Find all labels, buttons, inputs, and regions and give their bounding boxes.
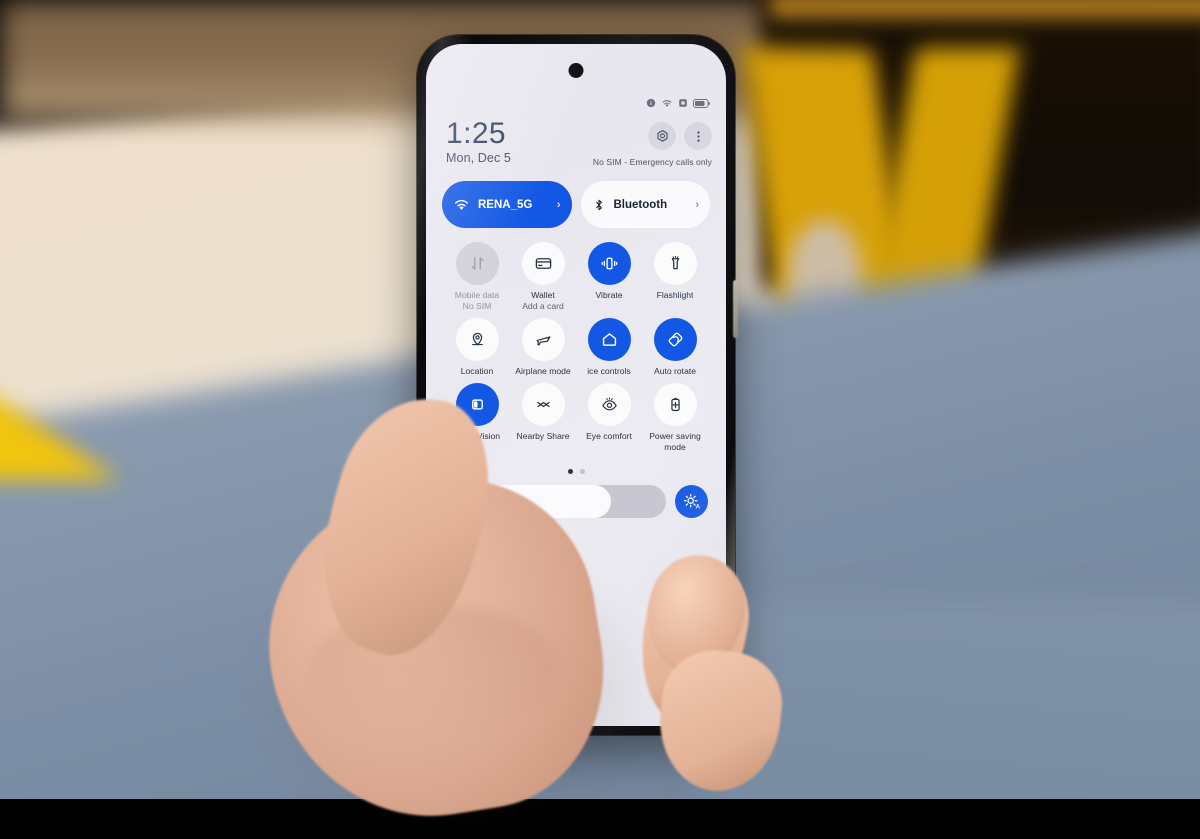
toggle-bubble[interactable] — [653, 383, 697, 426]
toggle-bubble[interactable] — [455, 383, 499, 426]
quick-settings-panel: 1:25 Mon, Dec 5 No SIM - Emergency calls… — [426, 118, 726, 668]
more-options-button[interactable] — [684, 122, 712, 150]
toggle-auto-rotate[interactable]: Auto rotate — [642, 318, 708, 377]
blue-fabric-mat-right — [700, 600, 1200, 799]
toggle-vibrate[interactable]: Vibrate — [576, 242, 642, 312]
more-vertical-icon — [696, 130, 700, 142]
toggle-sublabel: No SIM — [462, 301, 492, 311]
toggle-bubble[interactable] — [587, 318, 631, 361]
header-right: No SIM - Emergency calls only — [593, 118, 712, 167]
hypervision-icon — [471, 399, 483, 410]
empty-panel-space — [440, 518, 712, 668]
toggle-bubble[interactable] — [455, 242, 499, 285]
status-bar — [646, 98, 710, 108]
toggle-label: Flashlight — [656, 290, 694, 300]
toggle-bubble[interactable] — [455, 318, 499, 361]
clock-block: 1:25 Mon, Dec 5 — [440, 118, 511, 165]
phone-screen[interactable]: 1:25 Mon, Dec 5 No SIM - Emergency calls… — [426, 44, 726, 726]
brightness-slider-fill — [444, 485, 611, 518]
header-buttons — [648, 122, 712, 150]
toggle-label: Eye comfort — [586, 431, 632, 441]
chevron-right-icon[interactable]: › — [695, 199, 699, 211]
toggle-label: Location — [460, 366, 494, 376]
quick-settings-header: 1:25 Mon, Dec 5 No SIM - Emergency calls… — [440, 118, 712, 167]
svg-text:A: A — [695, 504, 700, 511]
toggle-label: HyperVision — [453, 431, 501, 441]
toggle-eye-comfort[interactable]: Eye comfort — [576, 383, 642, 453]
toggle-sublabel: Add a card — [522, 301, 564, 311]
carrier-status: No SIM - Emergency calls only — [592, 157, 712, 167]
toggle-label: Nearby Share — [516, 431, 570, 441]
page-dot-2[interactable] — [579, 469, 585, 474]
toggle-hypervision[interactable]: HyperVision — [444, 383, 510, 453]
battery-plus-icon — [670, 397, 680, 412]
yellow-triangle — [0, 360, 120, 480]
toggle-airplane-mode[interactable]: Airplane mode — [510, 318, 576, 377]
mobile-data-icon — [471, 257, 483, 270]
bluetooth-tile-label: Bluetooth — [613, 198, 668, 211]
toggle-bubble[interactable] — [521, 383, 565, 426]
location-pin-icon — [471, 332, 483, 346]
eye-icon — [601, 397, 617, 411]
page-indicator — [440, 469, 712, 474]
toggle-label: Power saving mode — [649, 431, 701, 452]
toggle-bubble[interactable] — [653, 318, 697, 361]
clock-time: 1:25 — [446, 117, 506, 150]
toggle-bubble[interactable] — [653, 242, 697, 285]
auto-rotate-icon — [668, 332, 682, 347]
auto-brightness-button[interactable]: A — [675, 485, 708, 518]
info-icon — [646, 98, 656, 108]
panel-rim — [770, 0, 1200, 20]
toggle-power-saving-mode[interactable]: Power saving mode — [642, 383, 708, 453]
bluetooth-icon — [595, 199, 602, 210]
toggle-bubble[interactable] — [521, 242, 565, 285]
toggle-bubble[interactable] — [587, 242, 631, 285]
brightness-row: A — [440, 485, 712, 518]
wallet-card-icon — [535, 258, 551, 269]
brightness-slider[interactable] — [444, 485, 666, 518]
toggle-label: ice controls — [587, 366, 631, 376]
toggle-label: Vibrate — [595, 290, 623, 300]
toggle-location[interactable]: Location — [444, 318, 510, 377]
wifi-tile[interactable]: RENA_5G › — [442, 181, 572, 228]
toggle-bubble[interactable] — [587, 383, 631, 426]
clock-date: Mon, Dec 5 — [446, 150, 511, 165]
toggle-label: Auto rotate — [653, 366, 697, 376]
toggle-bubble[interactable] — [521, 318, 565, 361]
toggle-mobile-data[interactable]: Mobile data No SIM — [444, 242, 510, 312]
vibrate-icon — [601, 257, 617, 270]
battery-icon — [693, 98, 710, 108]
toggle-label: Mobile data — [454, 290, 500, 300]
settings-button[interactable] — [648, 122, 676, 150]
brightness-sun-icon — [455, 494, 470, 509]
bluetooth-tile[interactable]: Bluetooth › — [580, 181, 710, 228]
toggle-flashlight[interactable]: Flashlight — [642, 242, 708, 312]
connectivity-tiles: RENA_5G › Bluetooth › — [440, 181, 712, 228]
page-dot-1[interactable] — [567, 469, 573, 474]
auto-brightness-icon: A — [683, 493, 700, 511]
home-icon — [602, 333, 616, 346]
toggle-label: Wallet — [531, 290, 555, 300]
toggle-device-controls[interactable]: ice controls — [576, 318, 642, 377]
toggle-wallet[interactable]: Wallet Add a card — [510, 242, 576, 312]
flashlight-icon — [671, 255, 679, 270]
chevron-right-icon[interactable]: › — [557, 199, 561, 211]
quick-toggle-grid: Mobile data No SIM Wallet Add a card Vib… — [440, 242, 712, 453]
power-button[interactable] — [733, 280, 738, 338]
wifi-icon — [662, 100, 672, 107]
smartphone: 1:25 Mon, Dec 5 No SIM - Emergency calls… — [417, 35, 738, 735]
airplane-icon — [536, 336, 550, 346]
punch-hole-camera — [568, 63, 584, 78]
wifi-tile-label: RENA_5G — [478, 198, 533, 211]
toggle-nearby-share[interactable]: Nearby Share — [510, 383, 576, 453]
wifi-icon — [455, 199, 468, 210]
sim-card-icon — [679, 99, 687, 107]
nearby-share-icon — [536, 401, 550, 408]
toggle-label: Airplane mode — [515, 366, 571, 376]
gear-icon — [656, 129, 668, 142]
